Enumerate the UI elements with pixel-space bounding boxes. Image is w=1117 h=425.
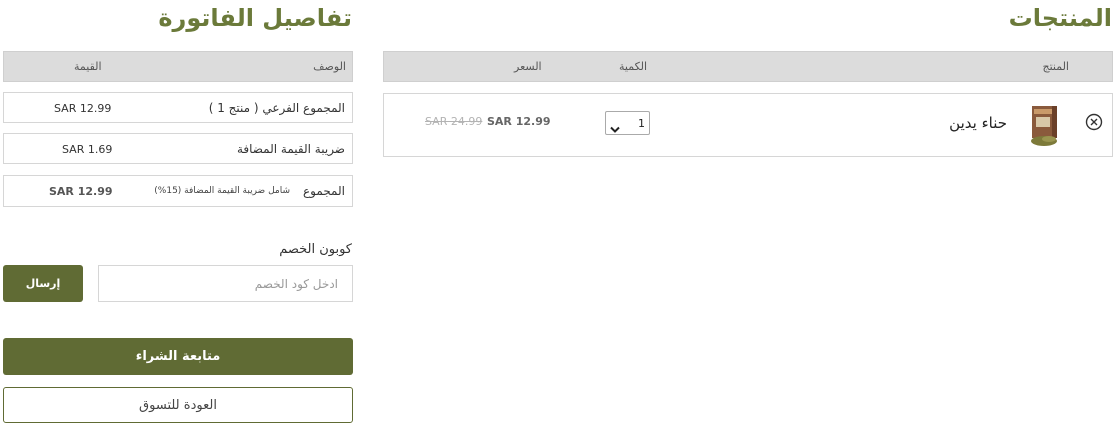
- invoice-row-total: المجموع شامل ضريبة القيمة المضافة (15%) …: [3, 175, 353, 207]
- quantity-value: 1: [638, 117, 645, 130]
- total-note: شامل ضريبة القيمة المضافة (15%): [154, 186, 290, 196]
- back-to-shopping-button[interactable]: العودة للتسوق: [3, 387, 353, 423]
- quantity-select[interactable]: 1: [605, 111, 650, 135]
- total-value: SAR 12.99: [49, 185, 113, 198]
- back-to-shopping-label: العودة للتسوق: [139, 397, 217, 413]
- invoice-title: تفاصيل الفاتورة: [158, 4, 352, 32]
- chevron-down-icon: [610, 119, 620, 133]
- checkout-button[interactable]: متابعة الشراء: [3, 338, 353, 375]
- vat-label: ضريبة القيمة المضافة: [236, 142, 345, 156]
- header-description: الوصف: [313, 60, 346, 73]
- product-name[interactable]: حناء يدين: [949, 114, 1007, 132]
- total-label: المجموع: [303, 184, 345, 198]
- product-row: حناء يدين 1 SAR 12.99 SAR 24.99: [383, 93, 1113, 157]
- coupon-input[interactable]: ادخل كود الخصم: [98, 265, 353, 302]
- coupon-title: كوبون الخصم: [279, 242, 352, 257]
- product-image[interactable]: [1022, 103, 1064, 149]
- header-product: المنتج: [1042, 60, 1069, 73]
- coupon-submit-button[interactable]: إرسال: [3, 265, 83, 302]
- vat-value: SAR 1.69: [62, 143, 113, 156]
- product-price: SAR 12.99: [487, 115, 551, 128]
- products-header: المنتج الكمية السعر: [383, 51, 1113, 82]
- products-title: المنتجات: [1008, 4, 1112, 32]
- product-old-price: SAR 24.99: [425, 115, 483, 128]
- subtotal-value: SAR 12.99: [54, 102, 112, 115]
- header-value: القيمة: [74, 60, 102, 73]
- subtotal-label: المجموع الفرعي ( منتج 1 ): [208, 101, 345, 115]
- checkout-label: متابعة الشراء: [135, 349, 221, 364]
- coupon-submit-label: إرسال: [25, 277, 61, 290]
- close-circle-icon[interactable]: [1085, 113, 1103, 131]
- invoice-header: الوصف القيمة: [3, 51, 353, 82]
- header-quantity: الكمية: [619, 60, 648, 73]
- coupon-placeholder: ادخل كود الخصم: [254, 276, 338, 291]
- invoice-row-subtotal: المجموع الفرعي ( منتج 1 ) SAR 12.99: [3, 92, 353, 123]
- invoice-row-vat: ضريبة القيمة المضافة SAR 1.69: [3, 133, 353, 164]
- header-price: السعر: [514, 60, 542, 73]
